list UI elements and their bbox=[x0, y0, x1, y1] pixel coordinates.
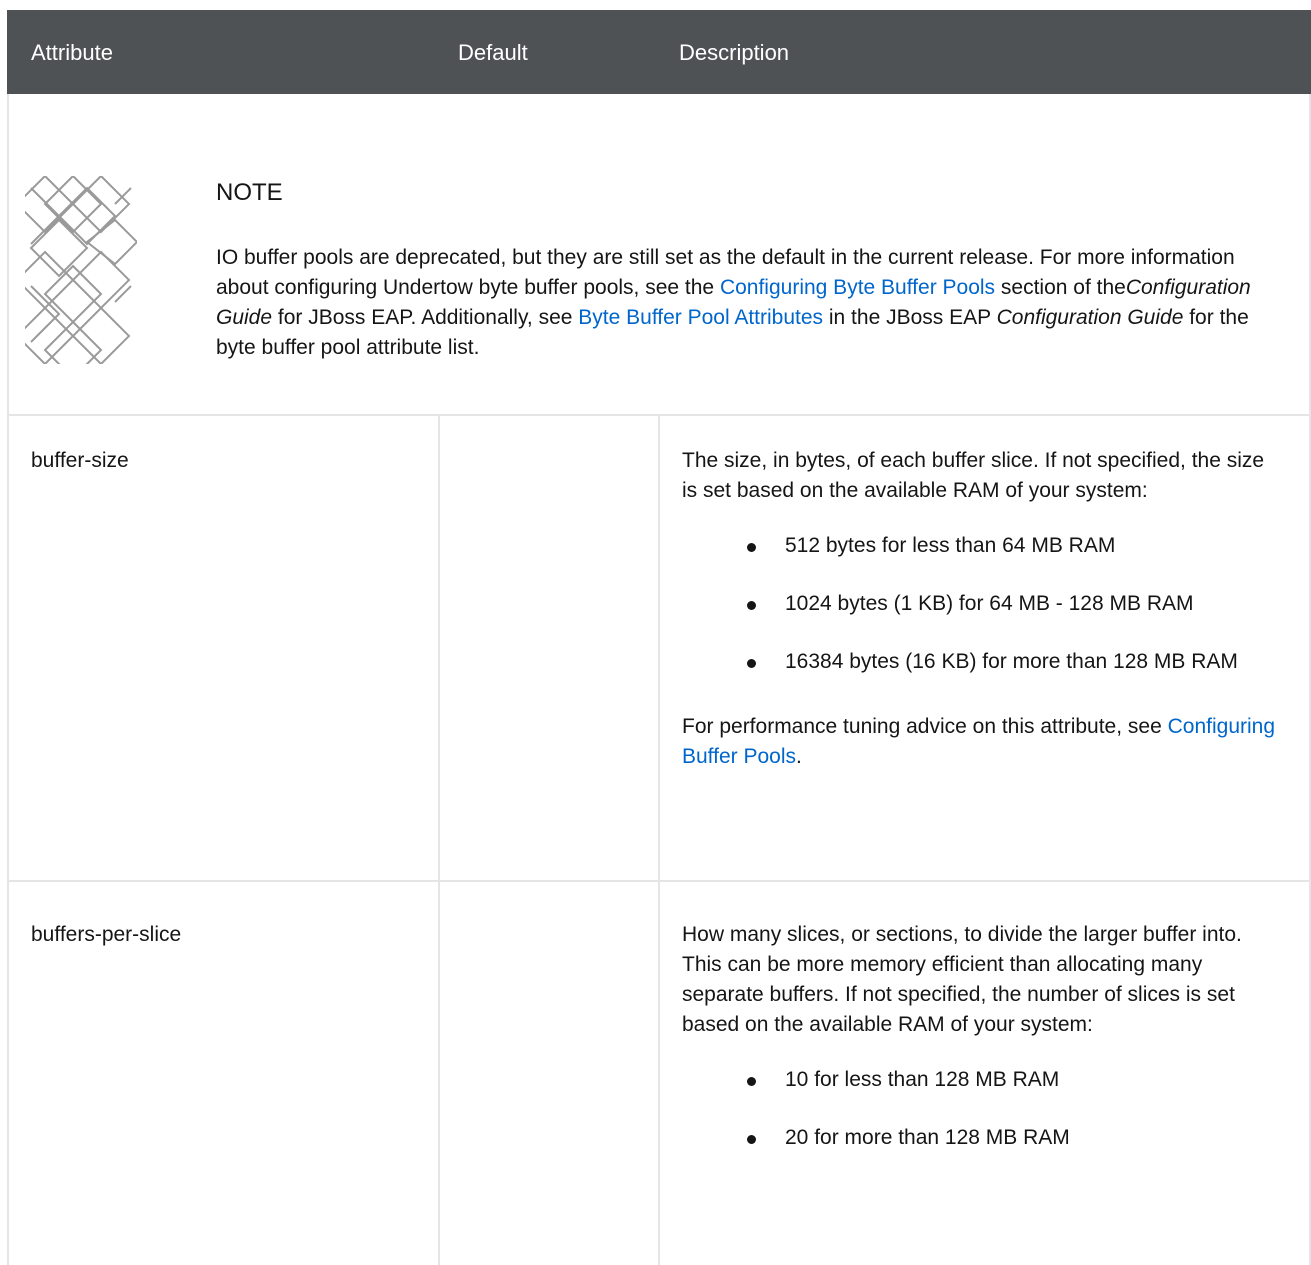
description-list: 512 bytes for less than 64 MB RAM 1024 b… bbox=[682, 531, 1282, 677]
list-item: 512 bytes for less than 64 MB RAM bbox=[682, 531, 1282, 561]
bullet-dot-icon bbox=[747, 543, 756, 552]
description-intro: How many slices, or sections, to divide … bbox=[682, 923, 1242, 1036]
note-text-segment: in the JBoss EAP bbox=[823, 306, 997, 329]
bullet-dot-icon bbox=[747, 1135, 756, 1144]
description-after-text: For performance tuning advice on this at… bbox=[682, 715, 1168, 738]
header-attribute: Attribute bbox=[31, 40, 113, 65]
configuring-byte-buffer-pools-link[interactable]: Configuring Byte Buffer Pools bbox=[720, 276, 995, 299]
list-item: 16384 bytes (16 KB) for more than 128 MB… bbox=[682, 647, 1282, 677]
list-item-text: 512 bytes for less than 64 MB RAM bbox=[785, 534, 1116, 557]
header-description: Description bbox=[679, 40, 790, 65]
header-default: Default bbox=[458, 40, 528, 65]
list-item-text: 1024 bytes (1 KB) for 64 MB - 128 MB RAM bbox=[785, 592, 1194, 615]
table-row-attribute: buffers-per-slice bbox=[31, 923, 182, 946]
note-text-italic: Configuration Guide bbox=[996, 306, 1184, 329]
bullet-dot-icon bbox=[747, 601, 756, 610]
list-item-text: 20 for more than 128 MB RAM bbox=[785, 1126, 1070, 1149]
bullet-dot-icon bbox=[747, 659, 756, 668]
table-border-left bbox=[7, 416, 9, 1265]
list-item: 20 for more than 128 MB RAM bbox=[682, 1123, 1282, 1153]
description-after-end: . bbox=[796, 745, 802, 768]
table-row-description: The size, in bytes, of each buffer slice… bbox=[682, 446, 1282, 772]
list-item-text: 16384 bytes (16 KB) for more than 128 MB… bbox=[785, 650, 1238, 673]
description-after: For performance tuning advice on this at… bbox=[682, 712, 1282, 772]
row-divider bbox=[7, 880, 1311, 882]
bullet-dot-icon bbox=[747, 1077, 756, 1086]
note-title: NOTE bbox=[216, 179, 283, 206]
note-text-segment: for JBoss EAP. Additionally, see bbox=[272, 306, 579, 329]
note-row: NOTE IO buffer pools are deprecated, but… bbox=[7, 94, 1311, 416]
description-list: 10 for less than 128 MB RAM 20 for more … bbox=[682, 1065, 1282, 1153]
table-header: Attribute Default Description bbox=[7, 10, 1311, 94]
table-row-attribute: buffer-size bbox=[31, 449, 129, 472]
list-item: 1024 bytes (1 KB) for 64 MB - 128 MB RAM bbox=[682, 589, 1282, 619]
table-row-description: How many slices, or sections, to divide … bbox=[682, 920, 1282, 1153]
note-text: IO buffer pools are deprecated, but they… bbox=[216, 243, 1276, 363]
description-intro: The size, in bytes, of each buffer slice… bbox=[682, 449, 1265, 502]
note-pattern-icon bbox=[25, 176, 137, 364]
byte-buffer-pool-attributes-link[interactable]: Byte Buffer Pool Attributes bbox=[578, 306, 823, 329]
list-item: 10 for less than 128 MB RAM bbox=[682, 1065, 1282, 1095]
list-item-text: 10 for less than 128 MB RAM bbox=[785, 1068, 1060, 1091]
note-text-segment: section of the bbox=[995, 276, 1126, 299]
column-divider bbox=[658, 416, 660, 1265]
column-divider bbox=[438, 416, 440, 1265]
